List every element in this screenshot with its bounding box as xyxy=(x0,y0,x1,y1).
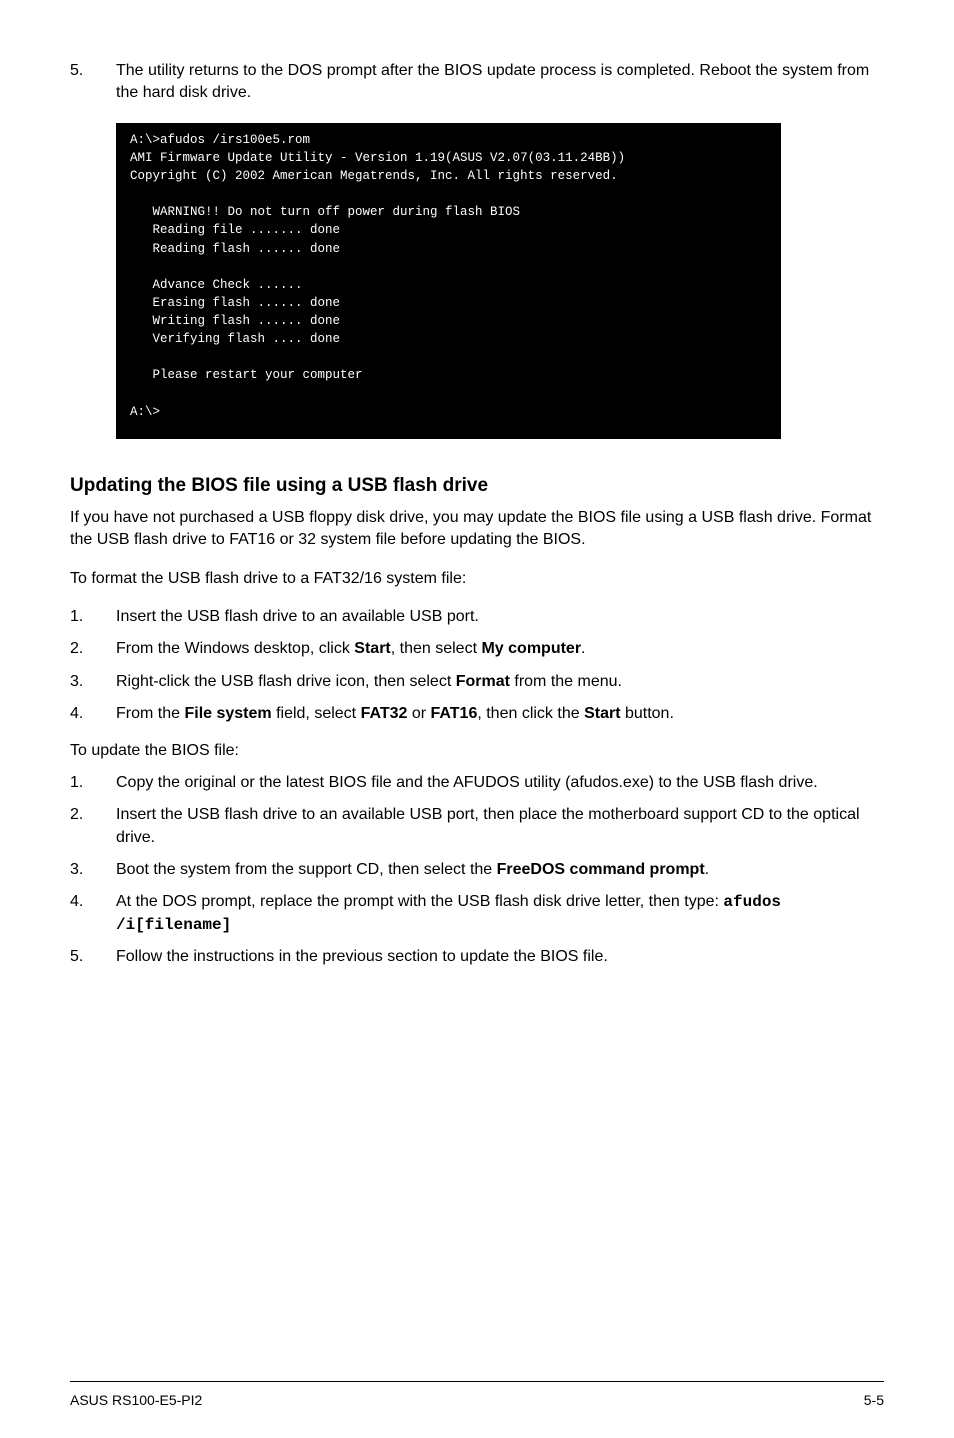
list-num: 1. xyxy=(70,606,116,628)
update-step-2: 2. Insert the USB flash drive to an avai… xyxy=(70,804,884,849)
list-num: 1. xyxy=(70,772,116,794)
list-content: From the File system field, select FAT32… xyxy=(116,703,884,725)
text: Boot the system from the support CD, the… xyxy=(116,861,497,878)
list-content: Boot the system from the support CD, the… xyxy=(116,859,884,881)
list-content: At the DOS prompt, replace the prompt wi… xyxy=(116,891,884,936)
page-footer: ASUS RS100-E5-PI2 5-5 xyxy=(70,1392,884,1408)
step5-para: 5. The utility returns to the DOS prompt… xyxy=(70,60,884,105)
update-step-1: 1. Copy the original or the latest BIOS … xyxy=(70,772,884,794)
format-step-4: 4. From the File system field, select FA… xyxy=(70,703,884,725)
text: . xyxy=(581,640,585,657)
list-content: Insert the USB flash drive to an availab… xyxy=(116,606,884,628)
format-step-2: 2. From the Windows desktop, click Start… xyxy=(70,638,884,660)
list-num: 5. xyxy=(70,946,116,968)
bold: FreeDOS command prompt xyxy=(497,861,705,878)
step5-text: The utility returns to the DOS prompt af… xyxy=(116,60,884,105)
update-step-3: 3. Boot the system from the support CD, … xyxy=(70,859,884,881)
bold: File system xyxy=(184,705,271,722)
list-num: 2. xyxy=(70,804,116,849)
bold: Start xyxy=(354,640,390,657)
update-lead: To update the BIOS file: xyxy=(70,740,884,762)
list-content: Insert the USB flash drive to an availab… xyxy=(116,804,884,849)
update-step-5: 5. Follow the instructions in the previo… xyxy=(70,946,884,968)
format-step-3: 3. Right-click the USB flash drive icon,… xyxy=(70,671,884,693)
format-lead: To format the USB flash drive to a FAT32… xyxy=(70,568,884,590)
bold: FAT16 xyxy=(431,705,478,722)
footer-right: 5-5 xyxy=(864,1392,884,1408)
text: field, select xyxy=(272,705,361,722)
text: At the DOS prompt, replace the prompt wi… xyxy=(116,893,723,910)
bold: Start xyxy=(584,705,620,722)
update-step-4: 4. At the DOS prompt, replace the prompt… xyxy=(70,891,884,936)
footer-left: ASUS RS100-E5-PI2 xyxy=(70,1392,202,1408)
footer-divider xyxy=(70,1381,884,1382)
list-content: Follow the instructions in the previous … xyxy=(116,946,884,968)
list-num: 2. xyxy=(70,638,116,660)
text: button. xyxy=(621,705,674,722)
text: From the xyxy=(116,705,184,722)
list-content: Right-click the USB flash drive icon, th… xyxy=(116,671,884,693)
format-step-1: 1. Insert the USB flash drive to an avai… xyxy=(70,606,884,628)
list-num: 3. xyxy=(70,671,116,693)
bold: My computer xyxy=(481,640,581,657)
text: , then click the xyxy=(477,705,584,722)
list-content: From the Windows desktop, click Start, t… xyxy=(116,638,884,660)
section-heading: Updating the BIOS file using a USB flash… xyxy=(70,475,884,497)
text: From the Windows desktop, click xyxy=(116,640,354,657)
text: or xyxy=(407,705,430,722)
terminal-output: A:\>afudos /irs100e5.rom AMI Firmware Up… xyxy=(116,123,781,439)
list-num: 4. xyxy=(70,703,116,725)
intro-paragraph: If you have not purchased a USB floppy d… xyxy=(70,507,884,552)
text: . xyxy=(705,861,709,878)
text: , then select xyxy=(391,640,482,657)
text: Right-click the USB flash drive icon, th… xyxy=(116,673,456,690)
bold: Format xyxy=(456,673,510,690)
list-num: 3. xyxy=(70,859,116,881)
bold: FAT32 xyxy=(361,705,408,722)
step5-num: 5. xyxy=(70,60,116,105)
text: from the menu. xyxy=(510,673,622,690)
list-content: Copy the original or the latest BIOS fil… xyxy=(116,772,884,794)
list-num: 4. xyxy=(70,891,116,936)
